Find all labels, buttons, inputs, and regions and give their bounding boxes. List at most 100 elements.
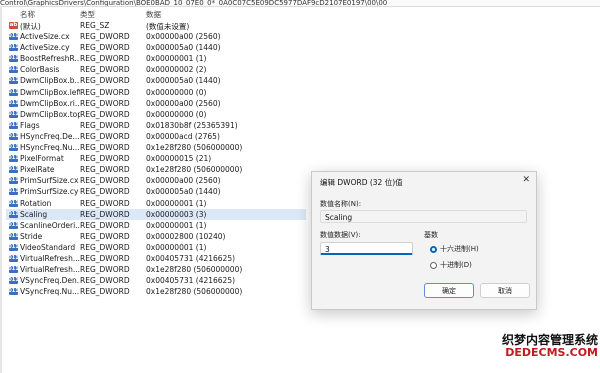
dword-value-icon: 011 [8, 99, 19, 107]
close-icon[interactable]: ✕ [522, 175, 530, 185]
value-data: 0x00000001 (1) [146, 220, 207, 230]
dword-value-icon: 011 [8, 288, 19, 296]
column-header-type[interactable]: 类型 [80, 9, 95, 20]
radio-unselected-icon [430, 261, 437, 269]
value-type: REG_DWORD [80, 32, 130, 42]
watermark-title: 织梦内容管理系统 [501, 332, 598, 347]
value-data: 0x00000000 (0) [146, 109, 207, 119]
dword-value-icon: 011 [8, 155, 19, 163]
registry-value-row[interactable]: 011 HSyncFreq.De... REG_DWORD 0x00000acd (2… [6, 131, 306, 142]
dword-value-icon: 011 [8, 232, 19, 240]
value-type: REG_DWORD [80, 98, 130, 108]
value-name: PixelRate [20, 165, 55, 175]
value-data: 0x1e28f280 (506000000) [146, 165, 243, 175]
registry-value-row[interactable]: 011 DwmClipBox.ri... REG_DWORD 0x00000a00 (… [6, 98, 306, 109]
value-data: 0x000005a0 (1440) [146, 43, 221, 53]
value-type: REG_DWORD [80, 154, 130, 164]
column-header-data[interactable]: 数据 [146, 9, 161, 20]
value-name: PrimSurfSize.cy [20, 187, 79, 197]
ok-button[interactable]: 确定 [424, 283, 474, 298]
value-name-label: 数值名称(N): [320, 200, 362, 208]
registry-value-row[interactable]: 011 BoostRefreshR... REG_DWORD 0x00000001 (… [6, 53, 306, 64]
registry-value-row[interactable]: 011 ScanlineOrderi... REG_DWORD 0x00000001 … [6, 220, 306, 231]
registry-value-row[interactable]: 011 Scaling REG_DWORD 0x00000003 (3) [6, 208, 306, 220]
registry-value-row[interactable]: 011 Rotation REG_DWORD 0x00000001 (1) [6, 198, 306, 209]
value-type: REG_DWORD [80, 109, 130, 119]
value-name: VirtualRefresh... [20, 265, 80, 275]
dword-value-icon: 011 [8, 110, 19, 118]
registry-value-row[interactable]: 011 PixelRate REG_DWORD 0x1e28f280 (5060000… [6, 164, 306, 175]
value-name: BoostRefreshR... [20, 54, 80, 64]
value-data: 0x00002800 (10240) [146, 231, 226, 241]
registry-value-row[interactable]: 011 PrimSurfSize.cx REG_DWORD 0x00000a00 (2… [6, 175, 306, 186]
radio-hex-label: 十六进制(H) [440, 245, 479, 253]
dword-value-icon: 011 [8, 88, 19, 96]
dword-value-icon: 011 [8, 55, 19, 63]
value-type: REG_DWORD [80, 209, 130, 219]
column-header-name[interactable]: 名称 [20, 9, 35, 20]
value-data: 0x00000a00 (2560) [146, 32, 221, 42]
registry-value-row[interactable]: 011 DwmClipBox.top REG_DWORD 0x00000000 (0) [6, 109, 306, 120]
value-type: REG_DWORD [80, 276, 130, 286]
value-type: REG_DWORD [80, 242, 130, 252]
registry-value-row[interactable]: 011 HSyncFreq.Nu... REG_DWORD 0x1e28f280 (5… [6, 142, 306, 153]
value-data: 0x00000001 (1) [146, 198, 207, 208]
value-name: HSyncFreq.Nu... [20, 143, 80, 153]
value-name: Flags [20, 120, 40, 130]
value-name: PrimSurfSize.cx [20, 176, 79, 186]
value-data: 0x00000002 (2) [146, 65, 207, 75]
value-type: REG_DWORD [80, 198, 130, 208]
registry-value-row[interactable]: 011 Flags REG_DWORD 0x01830b8f (25365391) [6, 120, 306, 131]
dword-value-icon: 011 [8, 254, 19, 262]
registry-value-row[interactable]: 011 ActiveSize.cy REG_DWORD 0x000005a0 (144… [6, 42, 306, 53]
value-type: REG_DWORD [80, 287, 130, 297]
registry-value-row[interactable]: 011 DwmClipBox.b... REG_DWORD 0x000005a0 (1… [6, 75, 306, 86]
registry-value-row[interactable]: 011 VSyncFreq.Den... REG_DWORD 0x00405731 (… [6, 275, 306, 286]
dword-value-icon: 011 [8, 199, 19, 207]
value-name: DwmClipBox.left [20, 87, 80, 97]
registry-value-row[interactable]: 011 PixelFormat REG_DWORD 0x00000015 (21) [6, 153, 306, 164]
registry-value-row[interactable]: 011 VirtualRefresh... REG_DWORD 0x1e28f280 … [6, 264, 306, 275]
value-data-input[interactable]: 3 [320, 242, 413, 255]
registry-value-row[interactable]: 011 VideoStandard REG_DWORD 0x00000001 (1) [6, 242, 306, 253]
registry-value-row[interactable]: 011 VSyncFreq.Nu... REG_DWORD 0x1e28f280 (5… [6, 286, 306, 297]
registry-value-row[interactable]: 011 PrimSurfSize.cy REG_DWORD 0x000005a0 (1… [6, 186, 306, 197]
dword-value-icon: 011 [8, 243, 19, 251]
value-type: REG_DWORD [80, 265, 130, 275]
value-type: REG_DWORD [80, 120, 130, 130]
value-name: Stride [20, 231, 43, 241]
registry-path-bar[interactable]: Control\GraphicsDrivers\Configuration\BO… [0, 0, 600, 7]
registry-value-row[interactable]: 011 VirtualRefresh... REG_DWORD 0x00405731 … [6, 253, 306, 264]
value-data: 0x00000015 (21) [146, 154, 212, 164]
base-group-label: 基数 [424, 231, 438, 239]
registry-value-row[interactable]: 011 Stride REG_DWORD 0x00002800 (10240) [6, 231, 306, 242]
dword-value-icon: 011 [8, 44, 19, 52]
registry-value-row[interactable]: 011 ActiveSize.cx REG_DWORD 0x00000a00 (256… [6, 31, 306, 42]
value-type: REG_DWORD [80, 43, 130, 53]
value-data: 0x00000001 (1) [146, 54, 207, 64]
value-type: REG_DWORD [80, 143, 130, 153]
value-data: 0x01830b8f (25365391) [146, 120, 238, 130]
value-name-field[interactable]: Scaling [320, 210, 527, 223]
value-name: DwmClipBox.b... [20, 76, 80, 86]
value-type: REG_DWORD [80, 220, 130, 230]
value-name: VirtualRefresh... [20, 253, 80, 263]
tree-pane-edge [0, 6, 2, 373]
value-name: VSyncFreq.Nu... [20, 287, 80, 297]
list-header: 名称 类型 数据 [6, 8, 306, 20]
value-type: REG_DWORD [80, 176, 130, 186]
dword-value-icon: 011 [8, 33, 19, 41]
registry-value-row[interactable]: ab (默认) REG_SZ (数值未设置) [6, 20, 306, 31]
registry-value-row[interactable]: 011 ColorBasis REG_DWORD 0x00000002 (2) [6, 64, 306, 75]
value-type: REG_DWORD [80, 253, 130, 263]
registry-value-row[interactable]: 011 DwmClipBox.left REG_DWORD 0x00000000 (0… [6, 87, 306, 98]
value-name: ColorBasis [20, 65, 60, 75]
radio-hexadecimal[interactable]: 十六进制(H) [430, 244, 479, 254]
dword-value-icon: 011 [8, 121, 19, 129]
cancel-button[interactable]: 取消 [480, 283, 530, 298]
dword-value-icon: 011 [8, 221, 19, 229]
dword-value-icon: 011 [8, 188, 19, 196]
value-data: 0x000005a0 (1440) [146, 187, 221, 197]
radio-decimal[interactable]: 十进制(D) [430, 260, 472, 270]
edit-dword-dialog: 编辑 DWORD (32 位)值 ✕ 数值名称(N): Scaling 数值数据… [311, 171, 537, 310]
